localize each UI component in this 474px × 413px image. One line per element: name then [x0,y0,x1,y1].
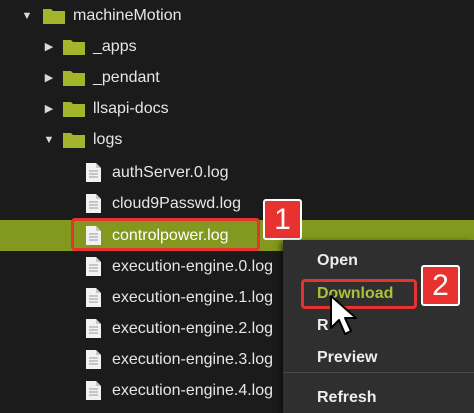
file-icon [86,381,101,400]
chevron-right-icon[interactable]: ▶ [42,71,56,85]
file-icon [86,163,101,182]
file-icon [86,319,101,338]
tree-item-pendant[interactable]: ▶ _pendant [0,62,474,93]
folder-icon [63,102,85,117]
chevron-right-icon[interactable]: ▶ [42,102,56,116]
menu-item-refresh[interactable]: Refresh [283,383,474,413]
folder-icon [63,40,85,55]
chevron-right-icon[interactable]: ▶ [42,40,56,54]
tree-item-label: authServer.0.log [112,163,229,181]
chevron-down-icon[interactable]: ▼ [20,9,34,23]
tree-item-machinemotion[interactable]: ▼ machineMotion [0,0,474,31]
tree-item-label: execution-engine.2.log [112,319,274,337]
tree-item-label: _pendant [93,68,160,86]
tree-item-label: llsapi-docs [93,99,169,117]
menu-item-preview[interactable]: Preview [283,343,474,373]
folder-icon [63,71,85,86]
file-icon [86,350,101,369]
mouse-pointer-icon [330,295,357,335]
menu-item-label: R [317,317,329,334]
menu-item-label: Refresh [317,389,377,406]
tree-item-label: execution-engine.4.log [112,381,274,399]
tree-item-label: cloud9Passwd.log [112,194,241,212]
menu-item-label: Preview [317,349,378,366]
file-icon [86,194,101,213]
tree-item-label: execution-engine.0.log [112,257,274,275]
tree-item-label: logs [93,130,123,148]
menu-item-rename[interactable]: R [283,311,474,341]
tree-item-apps[interactable]: ▶ _apps [0,31,474,62]
tree-item-file[interactable]: authServer.0.log [0,157,474,188]
tree-item-label: machineMotion [73,6,182,24]
chevron-down-icon[interactable]: ▼ [42,133,56,147]
tree-item-label: execution-engine.3.log [112,350,274,368]
file-icon [86,257,101,276]
folder-icon [63,133,85,148]
step-badge-1: 1 [263,199,302,240]
highlight-box-download [301,279,417,309]
highlight-box-selected-file [71,218,260,251]
tree-item-file[interactable]: cloud9Passwd.log [0,188,474,219]
file-icon [86,288,101,307]
tree-item-llsapi-docs[interactable]: ▶ llsapi-docs [0,93,474,124]
menu-divider [283,372,474,373]
folder-icon [43,9,65,24]
tree-item-label: _apps [93,37,137,55]
step-badge-2: 2 [421,265,460,306]
tree-item-logs[interactable]: ▼ logs [0,124,474,155]
tree-item-label: execution-engine.1.log [112,288,274,306]
menu-item-label: Open [317,252,358,269]
